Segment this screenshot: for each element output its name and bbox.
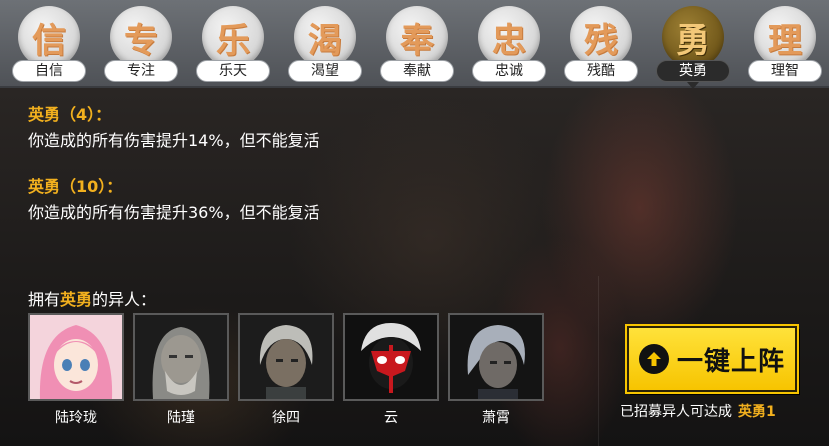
portrait-grey-hair-man-icon <box>238 313 334 401</box>
effect-title: 英勇（4）： <box>28 105 112 124</box>
tab-label: 乐天 <box>196 60 270 82</box>
section-divider <box>598 276 599 446</box>
owners-prefix: 拥有 <box>28 290 61 309</box>
portrait-silver-hair-man-icon <box>448 313 544 401</box>
portrait-red-mask-man-icon <box>343 313 439 401</box>
tab-忠诚[interactable]: 忠忠诚 <box>472 4 546 84</box>
tab-label: 英勇 <box>656 60 730 82</box>
character-name: 陆玲珑 <box>55 410 97 426</box>
effect-description: 你造成的所有伤害提升14%，但不能复活 <box>28 131 320 150</box>
achievable-trait: 英勇1 <box>738 404 776 420</box>
tab-奉献[interactable]: 奉奉献 <box>380 4 454 84</box>
tab-理智[interactable]: 理理智 <box>748 4 822 84</box>
tab-label: 专注 <box>104 60 178 82</box>
owners-trait: 英勇 <box>60 290 93 309</box>
tab-英勇[interactable]: 勇英勇 <box>656 4 730 89</box>
character-name: 云 <box>384 410 398 426</box>
trait-glyph-icon: 信 <box>18 6 80 68</box>
tab-label: 自信 <box>12 60 86 82</box>
effect-tier-1: 英勇（4）： 你造成的所有伤害提升14%，但不能复活 <box>28 104 628 152</box>
character-card[interactable]: 云 <box>343 313 439 438</box>
effect-title: 英勇（10）： <box>28 177 123 196</box>
achievable-status: 已招募异人可达成 英勇1 <box>620 401 825 421</box>
tab-渴望[interactable]: 渴渴望 <box>288 4 362 84</box>
trait-glyph-icon: 残 <box>570 6 632 68</box>
trait-glyph-icon: 奉 <box>386 6 448 68</box>
trait-glyph-icon: 专 <box>110 6 172 68</box>
tab-专注[interactable]: 专专注 <box>104 4 178 84</box>
character-card[interactable]: 陆瑾 <box>133 313 229 438</box>
one-click-deploy-button[interactable]: 一键上阵 <box>627 326 797 392</box>
tab-label: 渴望 <box>288 60 362 82</box>
character-name: 徐四 <box>272 410 300 426</box>
character-name: 陆瑾 <box>167 410 195 426</box>
effect-tier-2: 英勇（10）： 你造成的所有伤害提升36%，但不能复活 <box>28 176 628 224</box>
owners-suffix: 的异人： <box>92 290 157 309</box>
effect-description: 你造成的所有伤害提升36%，但不能复活 <box>28 203 320 222</box>
owners-label: 拥有英勇的异人： <box>28 286 156 310</box>
tab-残酷[interactable]: 残残酷 <box>564 4 638 84</box>
portrait-grey-old-man-icon <box>133 313 229 401</box>
tab-label: 奉献 <box>380 60 454 82</box>
trait-glyph-icon: 勇 <box>662 6 724 68</box>
trait-glyph-icon: 忠 <box>478 6 540 68</box>
active-tab-pointer <box>687 82 699 89</box>
deploy-button-label: 一键上阵 <box>676 346 785 377</box>
character-card[interactable]: 萧霄 <box>448 313 544 438</box>
trait-tab-bar: 信自信专专注乐乐天渴渴望奉奉献忠忠诚残残酷勇英勇理理智 <box>0 0 829 89</box>
tab-label: 理智 <box>748 60 822 82</box>
trait-tabs: 信自信专专注乐乐天渴渴望奉奉献忠忠诚残残酷勇英勇理理智 <box>12 4 822 89</box>
arrow-up-icon <box>638 344 669 374</box>
character-card[interactable]: 徐四 <box>238 313 334 438</box>
trait-glyph-icon: 乐 <box>202 6 264 68</box>
trait-glyph-icon: 渴 <box>294 6 356 68</box>
tab-label: 残酷 <box>564 60 638 82</box>
portrait-pink-hair-girl-icon <box>28 313 124 401</box>
character-name: 萧霄 <box>482 410 510 426</box>
trait-glyph-icon: 理 <box>754 6 816 68</box>
achievable-text: 已招募异人可达成 <box>620 404 732 420</box>
trait-effects: 英勇（4）： 你造成的所有伤害提升14%，但不能复活 英勇（10）： 你造成的所… <box>28 104 628 248</box>
tab-乐天[interactable]: 乐乐天 <box>196 4 270 84</box>
tab-label: 忠诚 <box>472 60 546 82</box>
tab-自信[interactable]: 信自信 <box>12 4 86 84</box>
character-list: 陆玲珑 陆瑾 徐四 云 萧霄 <box>28 313 568 438</box>
character-card[interactable]: 陆玲珑 <box>28 313 124 438</box>
